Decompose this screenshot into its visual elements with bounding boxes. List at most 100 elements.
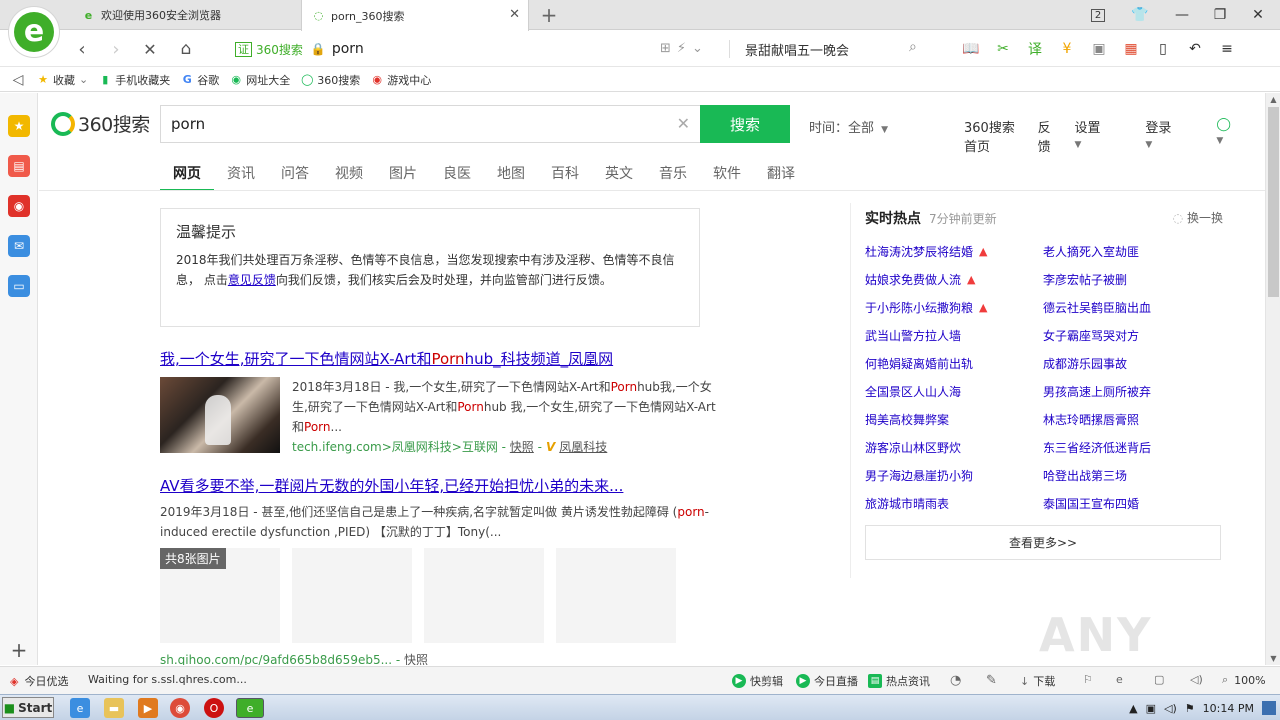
- result-image[interactable]: [424, 548, 544, 643]
- today-pick[interactable]: ◈ 今日优选: [10, 673, 68, 689]
- tab-count-button[interactable]: 2: [1080, 0, 1116, 30]
- bookmark-item[interactable]: ▮ 手机收藏夹: [98, 72, 170, 88]
- quick-clip[interactable]: ▶ 快剪辑: [732, 673, 783, 689]
- hot-topic-link[interactable]: 揭美高校舞弊案: [865, 405, 1043, 433]
- home-link[interactable]: 360搜索首页: [964, 117, 1020, 155]
- scrollbar[interactable]: ▲ ▼: [1265, 93, 1280, 665]
- reader-icon[interactable]: ▯: [1147, 37, 1179, 61]
- volume-icon[interactable]: ◁): [1190, 673, 1203, 686]
- tab-music[interactable]: 音乐: [646, 153, 700, 191]
- minimize-button[interactable]: —: [1164, 0, 1200, 30]
- bookmark-item[interactable]: ◉ 游戏中心: [370, 72, 431, 88]
- feedback-link[interactable]: 意见反馈: [228, 273, 276, 287]
- hot-topic-link[interactable]: 姑娘求免费做人流 ▲: [865, 265, 1043, 293]
- scroll-up-icon[interactable]: ▲: [1266, 95, 1280, 104]
- login-link[interactable]: 登录 ▼: [1145, 117, 1198, 155]
- hot-topic-link[interactable]: 哈登出战第三场: [1043, 461, 1221, 489]
- hot-topic-link[interactable]: 老人摘死入室劫匪: [1043, 237, 1221, 265]
- close-window-button[interactable]: ✕: [1240, 0, 1276, 30]
- address-bar[interactable]: 证 360搜索 🔒 porn: [225, 35, 725, 63]
- media-player-icon[interactable]: ▶: [138, 698, 158, 718]
- hot-topic-link[interactable]: 林志玲晒摞唇膏照: [1043, 405, 1221, 433]
- notes-icon[interactable]: ▤: [8, 155, 30, 177]
- tab-english[interactable]: 英文: [592, 153, 646, 191]
- skin-icon[interactable]: 👕: [1122, 0, 1158, 30]
- window-icon[interactable]: ▢: [1154, 673, 1164, 686]
- 360-browser-task-icon[interactable]: e: [236, 698, 264, 718]
- stop-icon[interactable]: ✕: [138, 37, 162, 61]
- tab-map[interactable]: 地图: [484, 153, 538, 191]
- opera-icon[interactable]: O: [204, 698, 224, 718]
- start-button[interactable]: ■ Start: [2, 697, 54, 718]
- close-tab-icon[interactable]: ✕: [509, 7, 520, 22]
- feedback-link[interactable]: 反馈: [1038, 117, 1057, 155]
- apps-icon[interactable]: ▦: [1115, 37, 1147, 61]
- address-tools-icons[interactable]: ⊞⚡⌄: [660, 41, 709, 56]
- book-icon[interactable]: 📖: [955, 37, 987, 61]
- clear-icon[interactable]: ✕: [677, 114, 690, 133]
- bookmark-item[interactable]: ◉ 网址大全: [229, 72, 290, 88]
- result-title-link[interactable]: 我,一个女生,研究了一下色情网站X-Art和Pornhub_科技频道_凤凰网: [160, 348, 720, 369]
- tab-qa[interactable]: 问答: [268, 153, 322, 191]
- chrome-icon[interactable]: ◉: [170, 698, 190, 718]
- weibo-icon[interactable]: ◉: [8, 195, 30, 217]
- bookmark-item[interactable]: ★ 收藏 ⌄: [36, 72, 88, 88]
- folder-icon[interactable]: ▬: [104, 698, 124, 718]
- ie-mode-icon[interactable]: e: [1116, 673, 1123, 686]
- home-icon[interactable]: ⌂: [174, 37, 198, 61]
- clean-icon[interactable]: ✎: [986, 673, 997, 688]
- coin-icon[interactable]: ¥: [1051, 37, 1083, 61]
- search-input[interactable]: porn ✕: [160, 105, 700, 143]
- hot-topic-link[interactable]: 全国景区人山人海: [865, 377, 1043, 405]
- settings-link[interactable]: 设置 ▼: [1074, 117, 1127, 155]
- hot-topic-link[interactable]: 女子霸座骂哭对方: [1043, 321, 1221, 349]
- tab-health[interactable]: 良医: [430, 153, 484, 191]
- ie-icon[interactable]: e: [70, 698, 90, 718]
- new-tab-button[interactable]: +: [537, 3, 561, 27]
- user-icon[interactable]: ◯ ▼: [1216, 117, 1247, 155]
- hot-topic-link[interactable]: 于小彤陈小纭撒狗粮 ▲: [865, 293, 1043, 321]
- favorites-icon[interactable]: ★: [8, 115, 30, 137]
- show-desktop-icon[interactable]: [1262, 701, 1276, 715]
- refresh-button[interactable]: ◌ 换一换: [1173, 209, 1223, 226]
- time-filter-dropdown[interactable]: 时间：全部 ▼: [809, 117, 888, 136]
- hot-topic-link[interactable]: 德云社吴鹤臣脑出血: [1043, 293, 1221, 321]
- mail-icon[interactable]: ✉: [8, 235, 30, 257]
- menu-icon[interactable]: ≡: [1211, 37, 1243, 61]
- translate-icon[interactable]: 译: [1019, 37, 1051, 61]
- source-link[interactable]: 凤凰科技: [559, 440, 607, 454]
- add-icon[interactable]: +: [8, 638, 30, 662]
- bookmark-item[interactable]: ◯ 360搜索: [300, 72, 360, 88]
- image-icon[interactable]: ▣: [1083, 37, 1115, 61]
- hot-topic-link[interactable]: 男子海边悬崖扔小狗: [865, 461, 1043, 489]
- hot-topic-link[interactable]: 旅游城市晴雨表: [865, 489, 1043, 517]
- tab-software[interactable]: 软件: [700, 153, 754, 191]
- tab-images[interactable]: 图片: [376, 153, 430, 191]
- hot-topic-link[interactable]: 武当山警方拉人墙: [865, 321, 1043, 349]
- browser-logo-icon[interactable]: e: [8, 6, 60, 58]
- hot-topic-link[interactable]: 李彦宏帖子被删: [1043, 265, 1221, 293]
- hot-news[interactable]: ▤ 热点资讯: [868, 673, 930, 689]
- scroll-down-icon[interactable]: ▼: [1266, 654, 1280, 663]
- tab-web[interactable]: 网页: [160, 153, 214, 191]
- zoom-control[interactable]: ⌕ 100%: [1222, 673, 1266, 687]
- scissors-icon[interactable]: ✂: [987, 37, 1019, 61]
- scroll-thumb[interactable]: [1268, 107, 1279, 297]
- tab-news[interactable]: 资讯: [214, 153, 268, 191]
- result-thumbnail[interactable]: [160, 377, 280, 453]
- hot-topic-link[interactable]: 成都游乐园事故: [1043, 349, 1221, 377]
- tab-search[interactable]: ◌ porn_360搜索 ✕: [301, 0, 529, 31]
- result-title-link[interactable]: AV看多要不举,一群阅片无数的外国小年轻,已经开始担忧小弟的未来...: [160, 475, 720, 496]
- hot-topic-link[interactable]: 游客凉山林区野炊: [865, 433, 1043, 461]
- sidebar-toggle-icon[interactable]: ◁: [0, 72, 36, 88]
- undo-icon[interactable]: ↶: [1179, 37, 1211, 61]
- more-button[interactable]: 查看更多>>: [865, 525, 1221, 560]
- back-arrow-icon[interactable]: ‹: [70, 37, 94, 61]
- download-button[interactable]: ↓ 下载: [1020, 673, 1055, 689]
- flag-icon[interactable]: ⚑: [1185, 702, 1195, 715]
- search-icon[interactable]: ⌕: [909, 39, 917, 55]
- tab-welcome[interactable]: e 欢迎使用360安全浏览器: [72, 0, 300, 30]
- search-logo[interactable]: 360搜索: [51, 110, 150, 137]
- snapshot-link[interactable]: 快照: [404, 653, 428, 665]
- document-icon[interactable]: ▭: [8, 275, 30, 297]
